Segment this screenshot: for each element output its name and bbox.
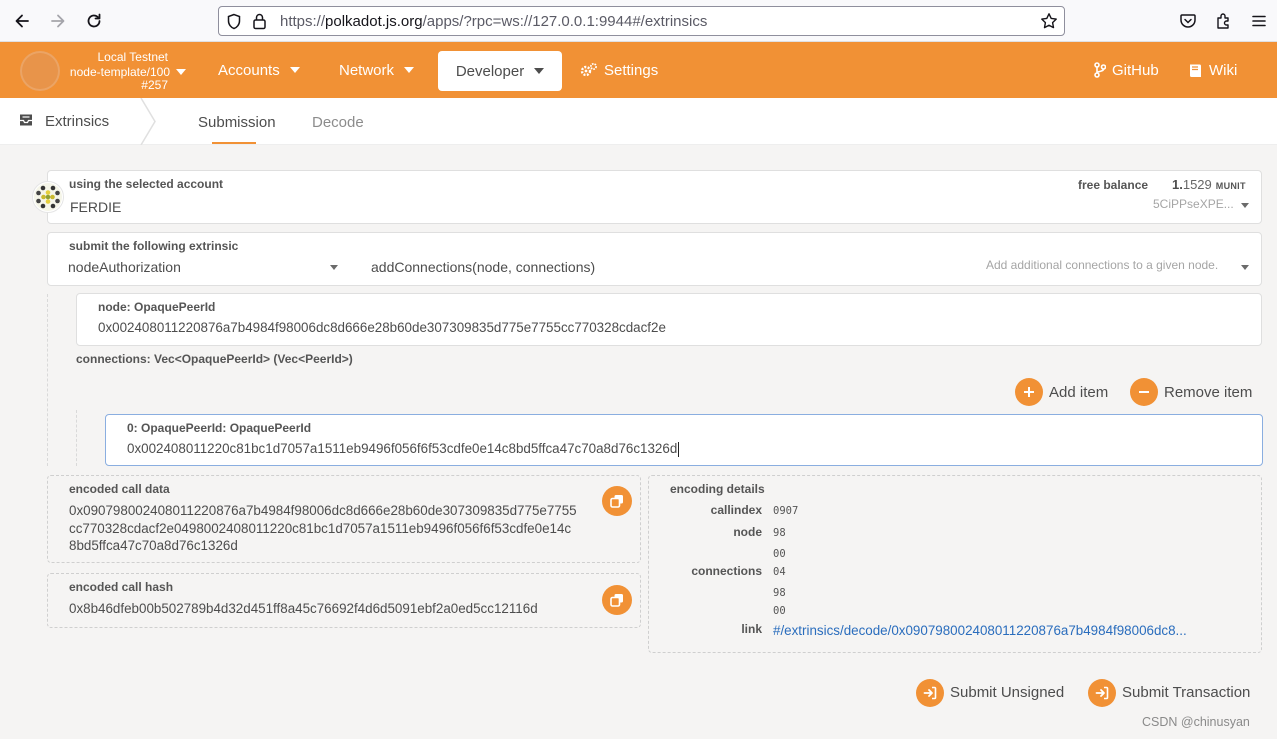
inbox-icon bbox=[18, 113, 34, 127]
encoded-call-data-label: encoded call data bbox=[69, 482, 170, 496]
app-header: Local Testnet node-template/100 #257 Acc… bbox=[0, 42, 1277, 98]
item-guide-line bbox=[76, 410, 77, 466]
params-guide-line bbox=[47, 294, 48, 466]
chevron-down-icon[interactable] bbox=[1241, 265, 1249, 270]
node-value-2: 00 bbox=[773, 548, 786, 560]
callindex-key: callindex bbox=[710, 503, 762, 517]
sign-in-icon[interactable] bbox=[916, 679, 944, 707]
account-name: FERDIE bbox=[70, 199, 122, 215]
copy-icon[interactable] bbox=[602, 585, 632, 615]
extrinsic-label: submit the following extrinsic bbox=[69, 239, 239, 253]
chain-logo[interactable] bbox=[20, 51, 60, 91]
address-bar[interactable]: https://polkadot.js.org/apps/?rpc=ws://1… bbox=[218, 6, 1065, 36]
shield-icon[interactable] bbox=[226, 13, 242, 30]
extrinsic-selector: submit the following extrinsic nodeAutho… bbox=[47, 232, 1262, 286]
browser-toolbar: https://polkadot.js.org/apps/?rpc=ws://1… bbox=[0, 0, 1277, 42]
connections-value-2: 98 bbox=[773, 587, 786, 599]
encoding-details-box: encoding details callindex 0907 node 98 … bbox=[648, 475, 1262, 653]
tab-decode[interactable]: Decode bbox=[312, 114, 364, 131]
link-key: link bbox=[741, 622, 762, 636]
node-value: 98 bbox=[773, 527, 786, 539]
call-dropdown[interactable]: addConnections(node, connections) bbox=[371, 259, 595, 275]
sub-header: Extrinsics Submission Decode bbox=[0, 98, 1277, 145]
connections-value: 04 bbox=[773, 566, 786, 578]
url-text: https://polkadot.js.org/apps/?rpc=ws://1… bbox=[280, 13, 708, 30]
param-connections-label: connections: Vec<OpaquePeerId> (Vec<Peer… bbox=[76, 352, 353, 366]
submit-unsigned-button[interactable]: Submit Unsigned bbox=[950, 684, 1064, 701]
menu-icon[interactable] bbox=[1247, 9, 1271, 33]
encoded-call-hash-value: 0x8b46dfeb00b502789b4d32d451ff8a45c76692… bbox=[69, 601, 538, 616]
pocket-icon[interactable] bbox=[1176, 9, 1200, 33]
connection-item-0-label: 0: OpaquePeerId: OpaquePeerId bbox=[127, 421, 312, 435]
nav-developer[interactable]: Developer bbox=[438, 51, 562, 91]
forward-arrow-icon[interactable] bbox=[46, 9, 70, 33]
chevron-down-icon bbox=[404, 67, 415, 73]
page-title: Extrinsics bbox=[45, 113, 110, 130]
active-tab-indicator bbox=[212, 142, 256, 144]
nav-wiki[interactable]: Wiki bbox=[1189, 50, 1237, 90]
add-item-icon[interactable] bbox=[1015, 378, 1043, 406]
decode-link[interactable]: #/extrinsics/decode/0x090798002408011220… bbox=[773, 623, 1187, 638]
chevron-down-icon bbox=[534, 68, 545, 74]
connections-value-3: 00 bbox=[773, 605, 786, 617]
add-item-button[interactable]: Add item bbox=[1049, 384, 1108, 401]
chevron-down-icon bbox=[289, 67, 300, 73]
encoded-call-hash-label: encoded call hash bbox=[69, 580, 174, 594]
connections-key: connections bbox=[691, 564, 762, 578]
text-cursor bbox=[678, 441, 680, 457]
call-description: Add additional connections to a given no… bbox=[986, 258, 1219, 272]
encoded-call-hash-box: encoded call hash 0x8b46dfeb00b502789b4d… bbox=[47, 573, 641, 628]
code-branch-icon bbox=[1094, 62, 1106, 78]
remove-item-button[interactable]: Remove item bbox=[1164, 384, 1252, 401]
lock-icon[interactable] bbox=[252, 12, 267, 30]
nav-accounts[interactable]: Accounts bbox=[218, 50, 300, 90]
chain-name: Local Testnet bbox=[97, 50, 169, 64]
param-node-value[interactable]: 0x002408011220876a7b4984f98006dc8d666e28… bbox=[98, 320, 666, 335]
free-balance-label: free balance bbox=[1078, 178, 1149, 192]
nav-github[interactable]: GitHub bbox=[1094, 50, 1159, 90]
back-arrow-icon[interactable] bbox=[10, 9, 34, 33]
account-label: using the selected account bbox=[69, 177, 224, 191]
account-selector[interactable]: using the selected account FERDIE free b… bbox=[47, 170, 1262, 224]
chain-block-number: #257 bbox=[141, 78, 168, 92]
connection-item-0-value[interactable]: 0x002408011220c81bc1d7057a1511eb9496f056… bbox=[127, 441, 680, 457]
node-key: node bbox=[733, 525, 762, 539]
watermark: CSDN @chinusyan bbox=[1142, 715, 1250, 729]
submit-transaction-button[interactable]: Submit Transaction bbox=[1122, 684, 1250, 701]
pallet-dropdown[interactable]: nodeAuthorization bbox=[68, 259, 181, 275]
account-identicon bbox=[32, 181, 64, 213]
tab-submission[interactable]: Submission bbox=[198, 114, 276, 131]
free-balance-value: 1.1529 MUNIT bbox=[1172, 177, 1246, 192]
encoded-call-data-box: encoded call data 0x09079800240801122087… bbox=[47, 475, 641, 563]
sign-in-icon[interactable] bbox=[1088, 679, 1116, 707]
book-icon bbox=[1189, 63, 1202, 78]
chain-dropdown-caret-icon[interactable] bbox=[176, 69, 186, 75]
bookmark-star-icon[interactable] bbox=[1040, 12, 1058, 30]
nav-settings[interactable]: Settings bbox=[580, 50, 658, 90]
chevron-down-icon[interactable] bbox=[330, 265, 338, 270]
param-node-field[interactable]: node: OpaquePeerId 0x002408011220876a7b4… bbox=[76, 293, 1262, 346]
gears-icon bbox=[580, 62, 598, 78]
breadcrumb-chevron bbox=[140, 98, 158, 145]
encoding-details-title: encoding details bbox=[670, 482, 765, 496]
connection-item-0-field[interactable]: 0: OpaquePeerId: OpaquePeerId 0x00240801… bbox=[105, 414, 1263, 466]
remove-item-icon[interactable] bbox=[1130, 378, 1158, 406]
reload-icon[interactable] bbox=[82, 9, 106, 33]
param-node-label: node: OpaquePeerId bbox=[98, 300, 216, 314]
extensions-icon[interactable] bbox=[1212, 9, 1236, 33]
chain-runtime[interactable]: node-template/100 bbox=[70, 65, 170, 79]
callindex-value: 0907 bbox=[773, 505, 799, 517]
chevron-down-icon[interactable] bbox=[1241, 203, 1249, 208]
nav-network[interactable]: Network bbox=[339, 50, 415, 90]
encoded-call-data-value: 0x090798002408011220876a7b4984f98006dc8d… bbox=[69, 503, 577, 553]
account-address: 5CiPPseXPE... bbox=[1153, 197, 1234, 211]
copy-icon[interactable] bbox=[602, 486, 632, 516]
